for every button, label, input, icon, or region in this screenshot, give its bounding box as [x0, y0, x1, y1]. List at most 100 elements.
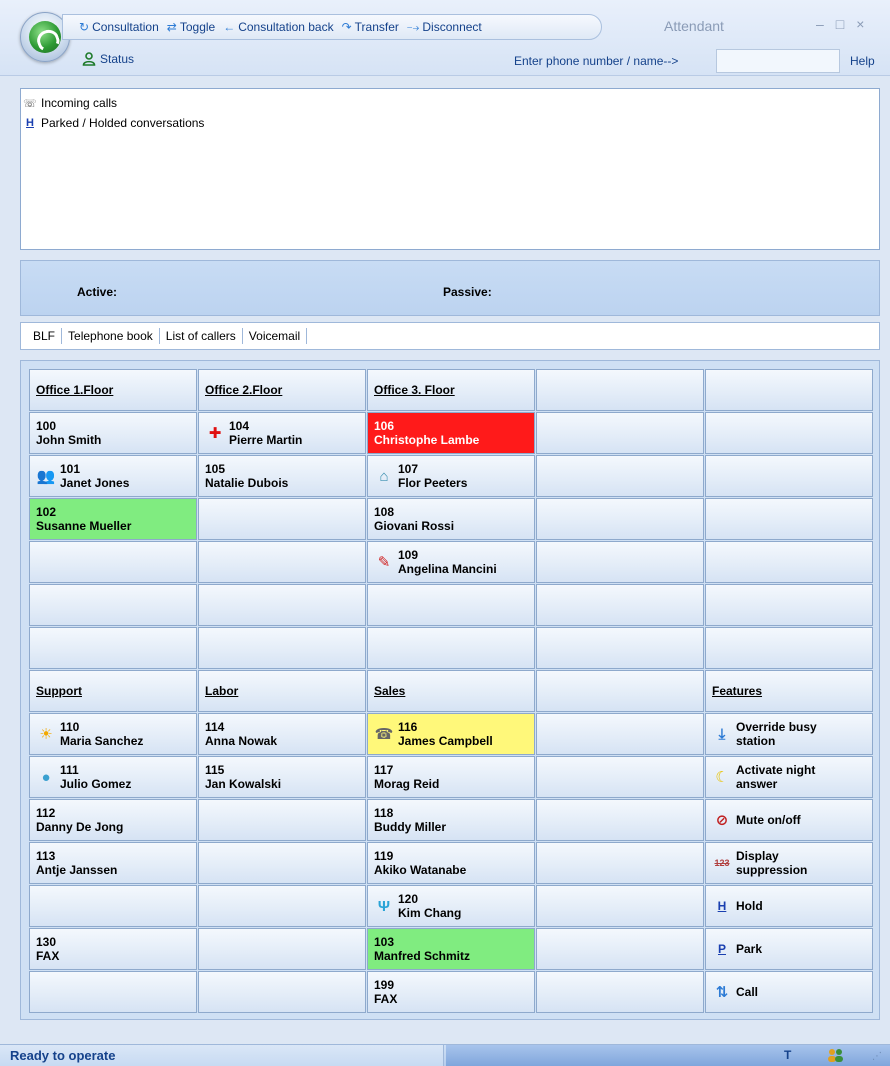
blf-empty-key[interactable] [705, 455, 873, 497]
extension-key[interactable]: 199 FAX [367, 971, 535, 1013]
extension-key[interactable]: ☎ 116 James Campbell [367, 713, 535, 755]
feature-key[interactable]: H Hold [705, 885, 873, 927]
call-list-row-parked[interactable]: H Parked / Holded conversations [23, 113, 877, 133]
extension-key[interactable]: 112 Danny De Jong [29, 799, 197, 841]
call-list-row-incoming[interactable]: ☏ Incoming calls [23, 93, 877, 113]
extension-key[interactable]: 106 Christophe Lambe [367, 412, 535, 454]
blf-empty-key[interactable] [198, 971, 366, 1013]
blf-empty-key[interactable] [198, 928, 366, 970]
blf-empty-key[interactable] [29, 885, 197, 927]
feature-key[interactable]: ☾ Activate night answer [705, 756, 873, 798]
blf-empty-key[interactable] [536, 412, 704, 454]
resize-grip-icon[interactable]: ⋰ [872, 1051, 882, 1062]
extension-key[interactable]: 103 Manfred Schmitz [367, 928, 535, 970]
blf-empty-key[interactable] [29, 584, 197, 626]
blf-empty-key[interactable] [198, 799, 366, 841]
feature-key[interactable]: ⤓ Override busy station [705, 713, 873, 755]
extension-number: 104 [229, 419, 250, 433]
tab-blf[interactable]: BLF [27, 328, 63, 344]
blf-empty-key[interactable] [29, 541, 197, 583]
feature-key[interactable]: 123 Display suppression [705, 842, 873, 884]
minimize-button[interactable]: – [816, 16, 824, 32]
extension-key[interactable]: 113 Antje Janssen [29, 842, 197, 884]
tab-voicemail[interactable]: Voicemail [243, 328, 308, 344]
blf-empty-key[interactable] [536, 541, 704, 583]
blf-empty-key[interactable] [367, 627, 535, 669]
blf-group-header: Office 2.Floor [198, 369, 366, 411]
consultation-button[interactable]: ↻ Consultation [79, 20, 159, 34]
extension-key[interactable]: 108 Giovani Rossi [367, 498, 535, 540]
window-title: Attendant [664, 18, 724, 34]
tab-list-of-callers[interactable]: List of callers [160, 328, 243, 344]
extension-key[interactable]: 114 Anna Nowak [198, 713, 366, 755]
users-icon[interactable] [826, 1047, 846, 1066]
blf-empty-key[interactable] [536, 842, 704, 884]
blf-empty-key[interactable] [198, 842, 366, 884]
extension-key[interactable]: Ψ 120 Kim Chang [367, 885, 535, 927]
maximize-button[interactable]: □ [836, 16, 844, 32]
extension-key[interactable]: ● 111 Julio Gomez [29, 756, 197, 798]
extension-info: 108 Giovani Rossi [374, 505, 454, 533]
blf-empty-key[interactable] [536, 369, 704, 411]
blf-empty-key[interactable] [536, 455, 704, 497]
extension-key[interactable]: 👥 101 Janet Jones [29, 455, 197, 497]
hold-icon: H [717, 898, 727, 913]
blf-empty-key[interactable] [198, 541, 366, 583]
blf-empty-key[interactable] [705, 627, 873, 669]
blf-empty-key[interactable] [198, 584, 366, 626]
extension-key[interactable]: 105 Natalie Dubois [198, 455, 366, 497]
blf-empty-key[interactable] [367, 584, 535, 626]
phone-number-input[interactable] [716, 49, 840, 73]
blf-empty-key[interactable] [536, 756, 704, 798]
blf-empty-key[interactable] [536, 498, 704, 540]
disconnect-button[interactable]: ⤍ Disconnect [407, 20, 482, 35]
close-button[interactable]: × [856, 16, 864, 32]
extension-key[interactable]: 102 Susanne Mueller [29, 498, 197, 540]
blf-empty-key[interactable] [29, 971, 197, 1013]
extension-number: 114 [205, 720, 225, 734]
extension-key[interactable]: 130 FAX [29, 928, 197, 970]
extension-key[interactable]: 119 Akiko Watanabe [367, 842, 535, 884]
feature-key[interactable]: ⇅ Call [705, 971, 873, 1013]
blf-empty-key[interactable] [198, 885, 366, 927]
blf-empty-key[interactable] [536, 971, 704, 1013]
blf-empty-key[interactable] [198, 498, 366, 540]
extension-key[interactable]: 100 John Smith [29, 412, 197, 454]
extension-key[interactable]: ☀ 110 Maria Sanchez [29, 713, 197, 755]
feature-key[interactable]: ⊘ Mute on/off [705, 799, 873, 841]
blf-empty-key[interactable] [705, 584, 873, 626]
help-button[interactable]: Help [850, 54, 875, 68]
blf-empty-key[interactable] [536, 670, 704, 712]
consultation-back-button[interactable]: ← Consultation back [223, 20, 333, 34]
active-label: Active: [77, 285, 118, 299]
blf-empty-key[interactable] [536, 885, 704, 927]
transfer-button[interactable]: ↷ Transfer [342, 20, 399, 34]
call-list-panel[interactable]: ☏ Incoming calls H Parked / Holded conve… [20, 88, 880, 250]
extension-info: 119 Akiko Watanabe [374, 849, 466, 877]
consultation-label: Consultation [92, 20, 159, 34]
extension-key[interactable]: 117 Morag Reid [367, 756, 535, 798]
extension-name: Akiko Watanabe [374, 863, 467, 877]
extension-key[interactable]: ✎ 109 Angelina Mancini [367, 541, 535, 583]
blf-empty-key[interactable] [536, 627, 704, 669]
extension-name: Angelina Mancini [398, 562, 497, 576]
blf-empty-key[interactable] [536, 928, 704, 970]
blf-empty-key[interactable] [705, 498, 873, 540]
tab-telephone-book[interactable]: Telephone book [62, 328, 160, 344]
blf-empty-key[interactable] [536, 584, 704, 626]
blf-empty-key[interactable] [29, 627, 197, 669]
blf-empty-key[interactable] [536, 799, 704, 841]
extension-key[interactable]: 115 Jan Kowalski [198, 756, 366, 798]
blf-empty-key[interactable] [705, 369, 873, 411]
blf-empty-key[interactable] [536, 713, 704, 755]
blf-empty-key[interactable] [705, 412, 873, 454]
extension-key[interactable]: 118 Buddy Miller [367, 799, 535, 841]
extension-key[interactable]: ⌂ 107 Flor Peeters [367, 455, 535, 497]
toggle-button[interactable]: ⇄ Toggle [167, 20, 215, 34]
blf-empty-key[interactable] [198, 627, 366, 669]
extension-name: Manfred Schmitz [374, 949, 471, 963]
extension-key[interactable]: ✚ 104 Pierre Martin [198, 412, 366, 454]
status-button[interactable]: Status [82, 52, 134, 66]
blf-empty-key[interactable] [705, 541, 873, 583]
feature-key[interactable]: P Park [705, 928, 873, 970]
